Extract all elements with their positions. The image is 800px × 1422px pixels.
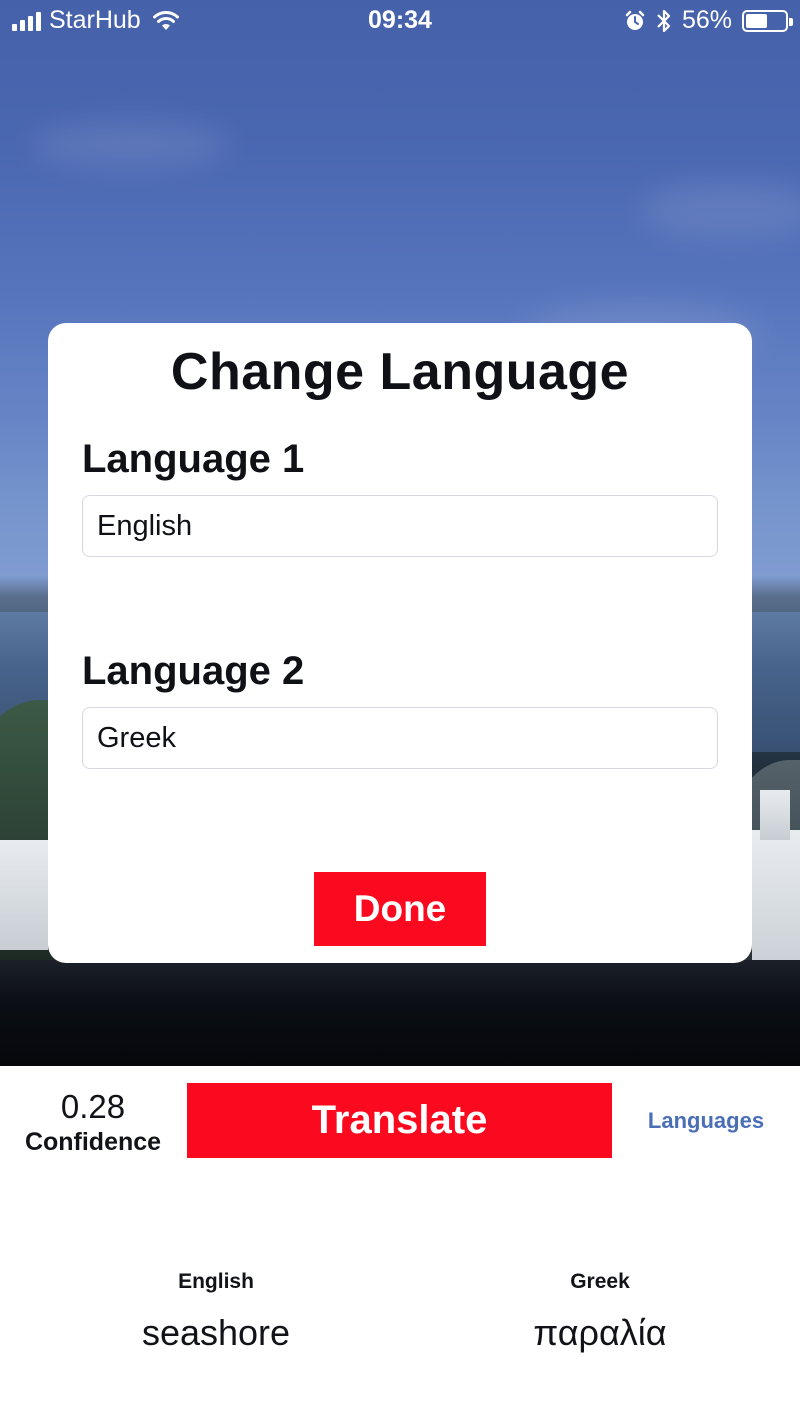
battery-icon [742,9,793,32]
translate-button[interactable]: Translate [187,1083,612,1158]
status-right: 56% [624,6,793,35]
source-language-label: English [178,1270,254,1293]
battery-percent: 56% [681,6,732,34]
language-1-label: Language 1 [82,437,305,481]
battery-level [746,13,768,28]
confidence-value: 0.28 [60,1088,126,1125]
languages-button[interactable]: Languages [612,1108,800,1134]
language-1-field[interactable]: English [82,495,718,557]
bluetooth-icon [657,9,671,32]
language-2-field[interactable]: Greek [82,707,718,769]
change-language-modal [48,323,752,963]
confidence-label: Confidence [24,1128,162,1156]
source-word: seashore [141,1312,291,1353]
target-language-label: Greek [570,1270,630,1293]
modal-title: Change Language [170,343,630,401]
status-bar: StarHub 09:34 56% [0,0,800,44]
alarm-icon [625,10,645,30]
language-2-label: Language 2 [82,649,305,693]
target-word: παραλία [533,1312,667,1353]
done-button[interactable]: Done [314,872,486,946]
